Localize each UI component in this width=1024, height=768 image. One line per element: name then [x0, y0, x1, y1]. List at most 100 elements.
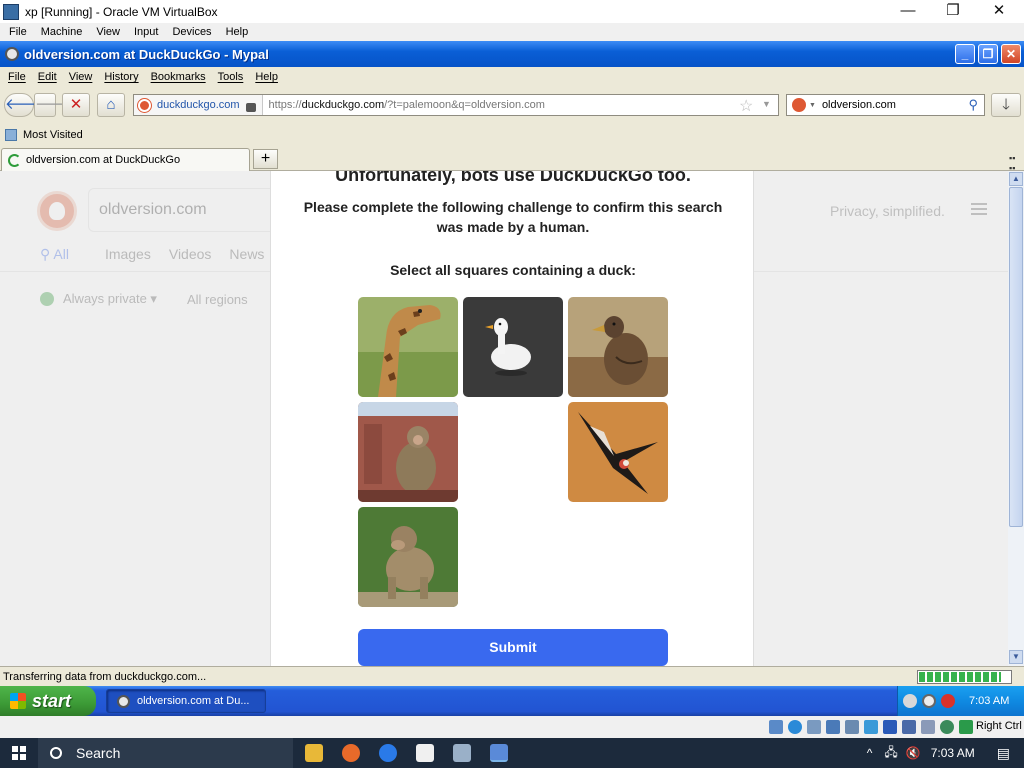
hard-disk-icon[interactable]	[769, 720, 783, 734]
video-capture-icon[interactable]	[902, 720, 916, 734]
new-tab-button[interactable]: +	[253, 149, 278, 169]
display-icon[interactable]	[883, 720, 897, 734]
url-rest: /?t=palemoon&q=oldversion.com	[384, 99, 545, 111]
xp-system-tray: 7:03 AM	[897, 686, 1024, 716]
challenge-tile-condor[interactable]	[568, 402, 668, 502]
search-engine-icon[interactable]	[792, 98, 806, 112]
file-explorer-icon[interactable]	[305, 744, 323, 762]
close-button[interactable]: ✕	[976, 0, 1022, 23]
status-bar: Transferring data from duckduckgo.com...	[0, 666, 1024, 686]
home-button[interactable]: ⌂	[97, 93, 125, 117]
forward-button[interactable]: 🡒	[34, 93, 75, 117]
browser-close-button[interactable]: ✕	[1001, 44, 1021, 64]
start-button[interactable]: start	[0, 686, 96, 716]
optical-drive-icon[interactable]	[788, 720, 802, 734]
vbox-menu-view[interactable]: View	[96, 26, 120, 38]
scroll-up-icon[interactable]: ▲	[1009, 172, 1023, 186]
speaker-muted-icon[interactable]: 🔇	[906, 746, 921, 760]
search-icon	[50, 747, 62, 759]
guest-additions-icon[interactable]	[940, 720, 954, 734]
network-icon[interactable]: 🖧	[884, 743, 897, 764]
bookmarks-toolbar: Most Visited	[0, 123, 1024, 147]
network-adapter-icon[interactable]	[826, 720, 840, 734]
search-bar[interactable]: ▼ oldversion.com ⚲	[786, 94, 985, 116]
xp-taskbar: start oldversion.com at Du... 7:03 AM	[0, 686, 1024, 716]
vbox-menu-input[interactable]: Input	[134, 26, 158, 38]
tab-label: oldversion.com at DuckDuckGo	[26, 154, 181, 166]
submit-button[interactable]: Submit	[358, 629, 668, 666]
duckduckgo-favicon-icon	[138, 98, 151, 112]
tab-duckduckgo[interactable]: oldversion.com at DuckDuckGo	[1, 148, 250, 171]
browser-minimize-button[interactable]: _	[955, 44, 975, 64]
volume-icon[interactable]	[922, 694, 936, 708]
windows-taskbar: Search ^ 🖧 🔇 7:03 AM ▤	[0, 738, 1024, 768]
scrollbar-thumb[interactable]	[1009, 187, 1023, 527]
vbox-menu-devices[interactable]: Devices	[172, 26, 211, 38]
challenge-instructions: Please complete the following challenge …	[303, 199, 723, 235]
taskbar-item-browser[interactable]: oldversion.com at Du...	[106, 689, 266, 713]
menu-edit[interactable]: Edit	[38, 71, 57, 83]
downloads-button[interactable]: 🡓	[991, 93, 1021, 117]
lock-icon	[245, 102, 256, 112]
menu-file[interactable]: File	[8, 71, 26, 83]
search-input[interactable]: oldversion.com	[822, 99, 896, 111]
vertical-scrollbar[interactable]: ▲ ▼	[1008, 171, 1024, 666]
browser-titlebar: oldversion.com at DuckDuckGo - Mypal	[0, 41, 1024, 67]
mypal-icon	[117, 694, 130, 708]
mouse-integration-icon[interactable]	[959, 720, 973, 734]
stop-button[interactable]: ✕	[62, 93, 90, 117]
security-alert-icon[interactable]	[941, 694, 955, 708]
bookmark-most-visited[interactable]: Most Visited	[23, 129, 83, 141]
minimize-button[interactable]: —	[885, 0, 931, 23]
white-duck-image	[463, 297, 563, 397]
windows-start-button[interactable]	[0, 738, 38, 768]
search-icon[interactable]: ⚲	[968, 97, 978, 113]
monkey-image	[358, 402, 458, 502]
engine-dropdown-icon[interactable]: ▼	[809, 102, 816, 109]
usb-icon[interactable]	[845, 720, 859, 734]
navigation-toolbar: 🡐 🡒 ✕ ⌂ duckduckgo.com https://duckduckg…	[0, 87, 1024, 123]
menu-history[interactable]: History	[104, 71, 138, 83]
menu-tools[interactable]: Tools	[218, 71, 244, 83]
challenge-tile-mallard-duck[interactable]	[568, 297, 668, 397]
tab-list-icon[interactable]: ▪▪ ▪▪	[1009, 153, 1015, 173]
cpu-icon[interactable]	[921, 720, 935, 734]
windows-clock: 7:03 AM	[930, 746, 975, 760]
vbox-menu-help[interactable]: Help	[226, 26, 249, 38]
url-text[interactable]: https://duckduckgo.com/?t=palemoon&q=old…	[269, 99, 545, 111]
url-dropdown-icon[interactable]: ▼	[762, 99, 771, 109]
vbox-menu-file[interactable]: File	[9, 26, 27, 38]
site-identity-button[interactable]: duckduckgo.com	[134, 95, 263, 115]
notifications-icon[interactable]: ▤	[997, 745, 1010, 762]
menu-bookmarks[interactable]: Bookmarks	[151, 71, 206, 83]
calendar-app-icon[interactable]	[416, 744, 434, 762]
bookmark-star-icon[interactable]: ☆	[739, 96, 753, 116]
back-button[interactable]: 🡐	[4, 93, 45, 117]
start-label: start	[32, 690, 72, 711]
menu-view[interactable]: View	[69, 71, 93, 83]
challenge-tile-white-duck[interactable]	[463, 297, 563, 397]
windows-search-box[interactable]: Search	[38, 738, 293, 768]
virtualbox-manager-icon[interactable]	[453, 744, 471, 762]
url-domain: duckduckgo.com	[301, 99, 385, 111]
chrome-icon[interactable]	[379, 744, 397, 762]
network-icon[interactable]	[903, 694, 917, 708]
site-identity-label: duckduckgo.com	[157, 99, 240, 111]
browser-restore-button[interactable]: ❐	[978, 44, 998, 64]
vbox-menu-machine[interactable]: Machine	[41, 26, 83, 38]
windows-flag-icon	[10, 693, 26, 709]
challenge-tile-giraffe[interactable]	[358, 297, 458, 397]
maximize-button[interactable]: ❐	[930, 0, 976, 23]
challenge-tile-baboon[interactable]	[358, 507, 458, 607]
firefox-icon[interactable]	[342, 744, 360, 762]
audio-icon[interactable]	[807, 720, 821, 734]
challenge-tile-monkey[interactable]	[358, 402, 458, 502]
shared-folders-icon[interactable]	[864, 720, 878, 734]
status-text: Transferring data from duckduckgo.com...	[3, 670, 207, 683]
menu-help[interactable]: Help	[255, 71, 278, 83]
url-bar[interactable]: duckduckgo.com https://duckduckgo.com/?t…	[133, 94, 779, 116]
chevron-up-icon[interactable]: ^	[867, 746, 873, 760]
virtualbox-vm-icon[interactable]	[490, 744, 508, 762]
scroll-down-icon[interactable]: ▼	[1009, 650, 1023, 664]
page-load-progress	[917, 670, 1012, 684]
